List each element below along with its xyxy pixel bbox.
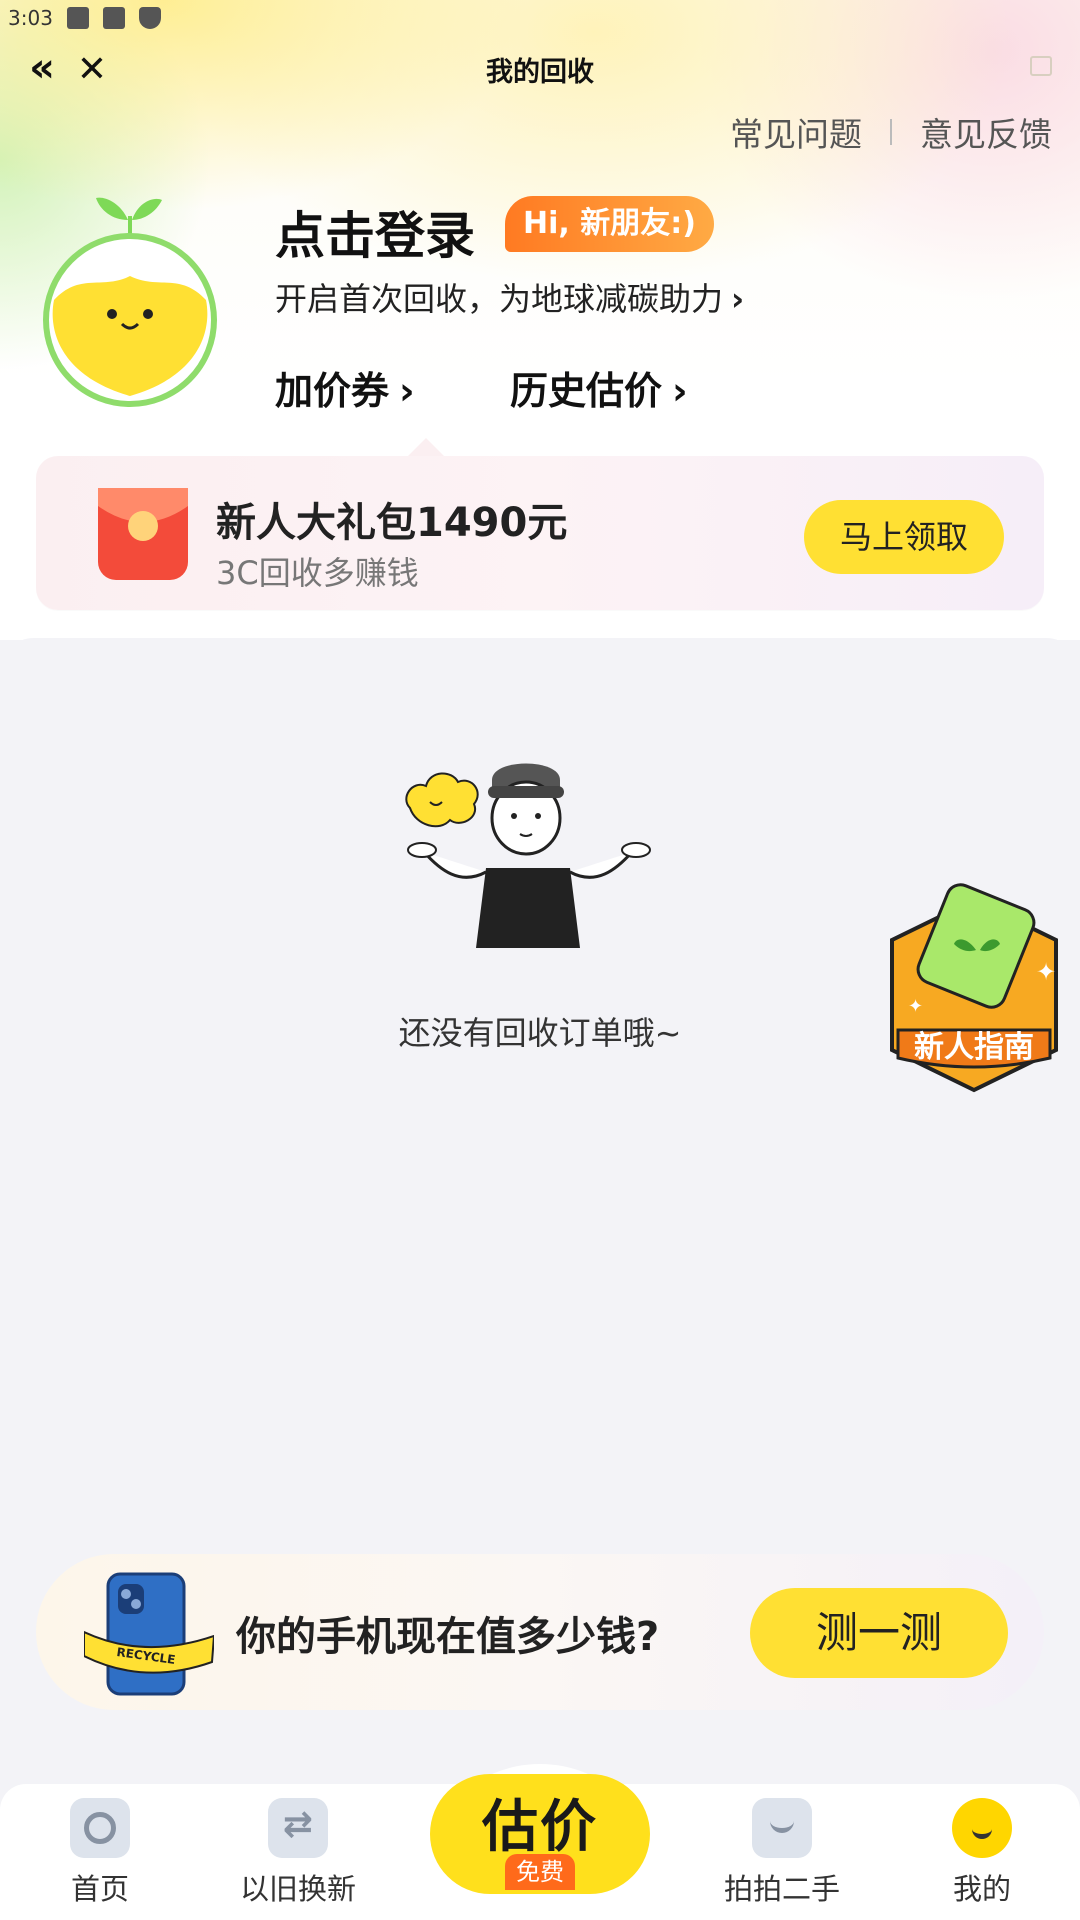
page-title: 我的回收 [486, 57, 594, 88]
free-badge: 免费 [505, 1854, 575, 1890]
feedback-link[interactable]: 意见反馈 [920, 108, 1052, 156]
chevron-right-icon: › [399, 369, 415, 413]
nav-home[interactable]: 首页 [20, 1798, 180, 1908]
app-notification-icon [102, 7, 125, 29]
faq-link[interactable]: 常见问题 [730, 108, 862, 156]
card-notch [408, 438, 444, 456]
top-links: 常见问题 意见反馈 [730, 108, 1052, 156]
smiley-icon [952, 1798, 1012, 1858]
svg-text:✦: ✦ [1036, 958, 1056, 986]
status-bar: 3:03 [0, 0, 1080, 36]
chevron-right-icon: › [731, 280, 745, 318]
nav-estimate-pill: 估价 免费 [430, 1774, 650, 1894]
coupon-link[interactable]: 加价券 › [275, 360, 415, 415]
avatar[interactable] [40, 180, 220, 410]
sprout-leaf-left [96, 197, 128, 220]
new-user-gift-card[interactable]: 新人大礼包1490元 3C回收多赚钱 马上领取 [36, 438, 1044, 610]
recycle-phone-illustration: RECYCLE [84, 1572, 214, 1696]
history-estimate-link[interactable]: 历史估价 › [510, 360, 688, 415]
home-icon [70, 1798, 130, 1858]
measure-button[interactable]: 测一测 [750, 1588, 1008, 1678]
login-title[interactable]: 点击登录 [275, 196, 475, 268]
nav-trade-in[interactable]: 以旧换新 [218, 1798, 378, 1908]
gallery-notification-icon [66, 7, 89, 29]
nav-mine[interactable]: 我的 [902, 1798, 1062, 1908]
phone-estimate-banner[interactable]: RECYCLE 你的手机现在值多少钱? 测一测 [36, 1554, 1044, 1710]
claim-button[interactable]: 马上领取 [804, 500, 1004, 574]
history-label: 历史估价 [510, 369, 663, 413]
red-packet-icon [98, 488, 188, 580]
chevron-right-icon: › [672, 369, 688, 413]
svg-text:✦: ✦ [908, 996, 923, 1017]
title-bar: « ✕ 我的回收 [0, 40, 1080, 100]
sprout-leaf-right [132, 198, 162, 220]
nav-second-hand[interactable]: 拍拍二手 [702, 1798, 862, 1908]
login-subtitle-text: 开启首次回收，为地球减碳助力 [275, 280, 724, 318]
nav-trade-in-label: 以旧换新 [239, 1872, 356, 1906]
divider [890, 119, 892, 145]
gift-subtitle: 3C回收多赚钱 [216, 554, 419, 592]
guide-badge-label: 新人指南 [914, 1030, 1034, 1065]
swap-icon [268, 1798, 328, 1858]
coupon-label: 加价券 [275, 369, 390, 413]
estimate-question: 你的手机现在值多少钱? [236, 1614, 660, 1660]
shield-icon [138, 7, 161, 29]
nav-estimate-label: 估价 [482, 1795, 598, 1860]
shopping-bag-icon [752, 1798, 812, 1858]
login-subtitle[interactable]: 开启首次回收，为地球减碳助力 › [275, 274, 744, 320]
new-user-guide-badge[interactable]: 新人指南 ✦ ✦ [886, 880, 1062, 1100]
empty-state-illustration [405, 763, 651, 948]
gift-title: 新人大礼包1490元 [216, 500, 568, 546]
nav-home-label: 首页 [70, 1872, 129, 1906]
status-time: 3:03 [8, 6, 53, 30]
nav-estimate-button[interactable]: 估价 免费 [420, 1764, 660, 1894]
share-icon[interactable] [1030, 56, 1052, 76]
greeting-badge: Hi, 新朋友:) [505, 196, 714, 252]
nav-second-hand-label: 拍拍二手 [723, 1872, 840, 1906]
bottom-navigation: 首页 以旧换新 估价 免费 拍拍二手 我的 [0, 1764, 1080, 1920]
nav-mine-label: 我的 [952, 1872, 1011, 1906]
